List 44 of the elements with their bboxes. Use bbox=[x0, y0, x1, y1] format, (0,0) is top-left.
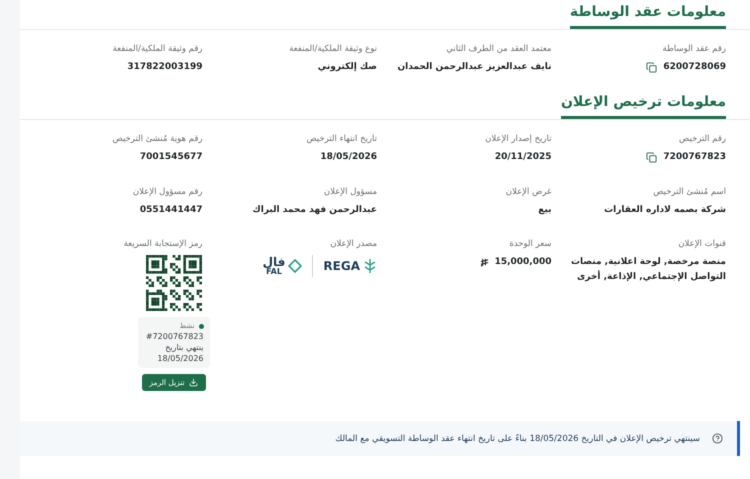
qr-number: #7200767823 bbox=[146, 332, 204, 342]
field-value: 20/11/2025 bbox=[494, 151, 552, 164]
field-value: 15,000,000 bbox=[494, 256, 552, 270]
field-value: شركة بصمه لاداره العقارات bbox=[604, 204, 726, 217]
copy-icon[interactable] bbox=[646, 152, 658, 164]
field-label: اسم مُنشئ الترخيص bbox=[653, 186, 726, 197]
field-value: 7001545677 bbox=[140, 151, 202, 164]
field-label: رمز الإستجابة السريعة bbox=[124, 239, 202, 250]
field-label: تاريخ انتهاء الترخيص bbox=[306, 134, 377, 144]
status-dot bbox=[198, 324, 204, 329]
field-value: 6200728069 bbox=[663, 61, 726, 74]
help-icon bbox=[712, 433, 723, 444]
field-value: 18/05/2026 bbox=[320, 151, 377, 164]
expiry-date: 18/05/2026 bbox=[157, 354, 204, 364]
field-label: نوع وثيقة الملكية/المنفعة bbox=[289, 44, 377, 54]
field-label: رقم الترخيص bbox=[679, 134, 726, 144]
field-label: مصدر الإعلان bbox=[330, 239, 377, 250]
section-title: معلومات ترخيص الإعلان bbox=[560, 94, 726, 120]
field-label: غرض الإعلان bbox=[506, 186, 552, 197]
expiry-label: ينتهي بتاريخ bbox=[165, 343, 204, 352]
field-label: تاريخ إصدار الإعلان bbox=[485, 134, 552, 144]
field-label: رقم هوية مُنشئ الترخيص bbox=[112, 134, 202, 144]
field-label: معتمد العقد من الطرف الثاني bbox=[446, 44, 552, 54]
section-title: معلومات عقد الوساطة bbox=[570, 4, 726, 29]
field-label: رقم مسؤول الإعلان bbox=[132, 186, 202, 197]
authority-logo: REGA bbox=[323, 258, 377, 274]
copy-icon[interactable] bbox=[646, 62, 658, 73]
field-label: رقم وثيقة الملكية/المنفعة bbox=[112, 44, 202, 54]
field-label: مسؤول الإعلان bbox=[324, 186, 377, 197]
field-value: 7200767823 bbox=[663, 151, 726, 164]
field-label: رقم عقد الوساطة bbox=[662, 44, 726, 54]
notice-text: سينتهي ترخيص الإعلان في التاريخ 18/05/2026 بناءً على تاريخ انتهاء عقد الوساطة التسويقي مع المالك bbox=[335, 434, 700, 444]
field-value: نايف عبدالعزيز عبدالرحمن الحمدان bbox=[397, 61, 552, 74]
currency-icon bbox=[480, 258, 489, 267]
field-value: منصة مرخصة, لوحة اعلانية, منصات التواصل الإجتماعي, الإذاعة, أخرى bbox=[570, 256, 726, 284]
field-value: عبدالرحمن فهد محمد البراك bbox=[252, 204, 377, 217]
download-icon bbox=[188, 378, 198, 388]
field-label: قنوات الإعلان bbox=[678, 239, 726, 250]
field-value: بيع bbox=[538, 204, 552, 217]
field-value: 317822003199 bbox=[127, 61, 202, 74]
field-value: 0551441447 bbox=[140, 204, 202, 217]
field-value: صك إلكتروني bbox=[318, 61, 377, 74]
field-label: سعر الوحدة bbox=[509, 239, 552, 250]
qr-code bbox=[146, 255, 202, 312]
